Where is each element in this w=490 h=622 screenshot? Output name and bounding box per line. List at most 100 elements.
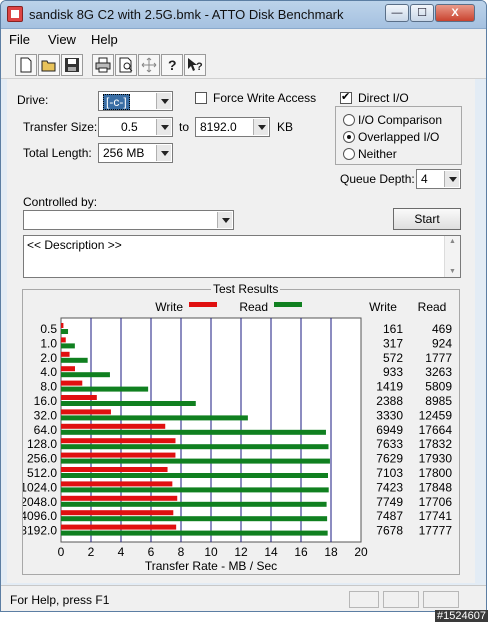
read-value: 17664: [419, 423, 453, 437]
read-value: 5809: [425, 380, 452, 394]
x-tick-label: 18: [324, 545, 338, 559]
transfer-size-label: Transfer Size:: [23, 120, 98, 134]
x-tick-label: 4: [118, 545, 125, 559]
legend-write-swatch: [189, 302, 217, 307]
transfer-size-label: 2048.0: [23, 495, 57, 509]
start-button[interactable]: Start: [393, 208, 461, 230]
x-tick-label: 14: [264, 545, 278, 559]
menu-view[interactable]: View: [48, 32, 76, 47]
write-value: 7749: [376, 495, 403, 509]
read-bar: [61, 372, 110, 378]
write-value: 2388: [376, 394, 403, 408]
svg-text:?: ?: [196, 61, 203, 73]
description-box[interactable]: << Description >>: [23, 235, 461, 278]
x-tick-label: 10: [204, 545, 218, 559]
transfer-size-label: 64.0: [34, 423, 58, 437]
read-bar: [61, 487, 329, 493]
app-window: sandisk 8G C2 with 2.5G.bmk - ATTO Disk …: [0, 0, 487, 612]
read-value: 924: [432, 336, 452, 350]
neither-label: Neither: [358, 147, 397, 161]
read-value: 8985: [425, 394, 452, 408]
write-bar: [61, 351, 70, 357]
read-value: 17800: [419, 466, 453, 480]
new-icon[interactable]: [15, 54, 37, 76]
read-bar: [61, 530, 328, 536]
legend-read-label: Read: [239, 300, 268, 314]
overlapped-io-radio[interactable]: [343, 131, 355, 143]
write-value: 161: [383, 322, 403, 336]
image-watermark: #1524607: [435, 610, 488, 622]
write-bar: [61, 323, 64, 328]
read-value: 1777: [425, 351, 452, 365]
direct-io-label: Direct I/O: [358, 91, 409, 105]
chevron-down-icon[interactable]: [156, 93, 171, 109]
maximize-button[interactable]: ☐: [410, 4, 434, 22]
svg-text:?: ?: [168, 57, 177, 73]
read-value: 3263: [425, 365, 452, 379]
read-bar: [61, 343, 75, 349]
read-bar: [61, 329, 69, 334]
write-value: 572: [383, 351, 403, 365]
write-value: 317: [383, 336, 403, 350]
write-bar: [61, 337, 66, 343]
write-value: 3330: [376, 408, 403, 422]
description-scrollbar[interactable]: [444, 236, 460, 277]
write-value: 7678: [376, 524, 403, 538]
write-value: 7423: [376, 480, 403, 494]
minimize-button[interactable]: —: [385, 4, 409, 22]
kb-label: KB: [277, 120, 294, 134]
print-preview-icon[interactable]: [115, 54, 137, 76]
write-value: 933: [383, 365, 403, 379]
menu-file[interactable]: File: [9, 32, 30, 47]
chevron-down-icon[interactable]: [217, 212, 232, 228]
write-bar: [61, 524, 177, 530]
io-comparison-label: I/O Comparison: [358, 113, 443, 127]
transfer-to-select[interactable]: 8192.0: [195, 117, 270, 137]
force-write-checkbox[interactable]: [195, 92, 207, 104]
io-comparison-radio[interactable]: [343, 114, 355, 126]
write-value: 7633: [376, 437, 403, 451]
queue-depth-value: 4: [421, 172, 428, 186]
close-button[interactable]: X: [435, 4, 475, 22]
transfer-size-label: 8192.0: [23, 524, 57, 538]
write-value: 7103: [376, 466, 403, 480]
help-icon[interactable]: ?: [161, 54, 183, 76]
read-bar: [61, 516, 328, 522]
status-bar: For Help, press F1: [1, 585, 486, 611]
read-bar: [61, 501, 327, 507]
queue-depth-select[interactable]: 4: [416, 169, 461, 189]
transfer-from-select[interactable]: 0.5: [98, 117, 173, 137]
transfer-size-label: 2.0: [40, 351, 57, 365]
drive-label: Drive:: [17, 93, 49, 107]
context-help-icon[interactable]: ?: [184, 54, 206, 76]
open-icon[interactable]: [38, 54, 60, 76]
neither-radio[interactable]: [343, 148, 355, 160]
write-bar: [61, 395, 97, 400]
drive-select[interactable]: [-c-]: [98, 91, 173, 111]
total-length-value: 256 MB: [103, 146, 145, 160]
transfer-size-label: 1024.0: [23, 480, 57, 494]
write-bar: [61, 510, 174, 516]
total-length-select[interactable]: 256 MB: [98, 143, 173, 163]
controlled-by-select[interactable]: [23, 210, 234, 230]
chevron-down-icon[interactable]: [156, 145, 171, 161]
write-bar: [61, 481, 173, 487]
write-bar: [61, 366, 75, 372]
read-bar: [61, 401, 196, 406]
save-icon[interactable]: [61, 54, 83, 76]
status-panel-1: [349, 591, 379, 608]
transfer-size-label: 4096.0: [23, 509, 57, 523]
chevron-down-icon[interactable]: [253, 119, 268, 135]
write-value: 7487: [376, 509, 403, 523]
title-bar[interactable]: sandisk 8G C2 with 2.5G.bmk - ATTO Disk …: [1, 1, 486, 29]
read-bar: [61, 444, 329, 450]
atto-app-icon[interactable]: [7, 6, 23, 22]
chevron-down-icon[interactable]: [444, 171, 459, 187]
chevron-down-icon[interactable]: [156, 119, 171, 135]
transfer-size-label: 512.0: [27, 466, 57, 480]
menu-help[interactable]: Help: [91, 32, 118, 47]
move-icon[interactable]: [138, 54, 160, 76]
print-icon[interactable]: [92, 54, 114, 76]
direct-io-checkbox[interactable]: [340, 90, 352, 104]
write-bar: [61, 423, 166, 429]
